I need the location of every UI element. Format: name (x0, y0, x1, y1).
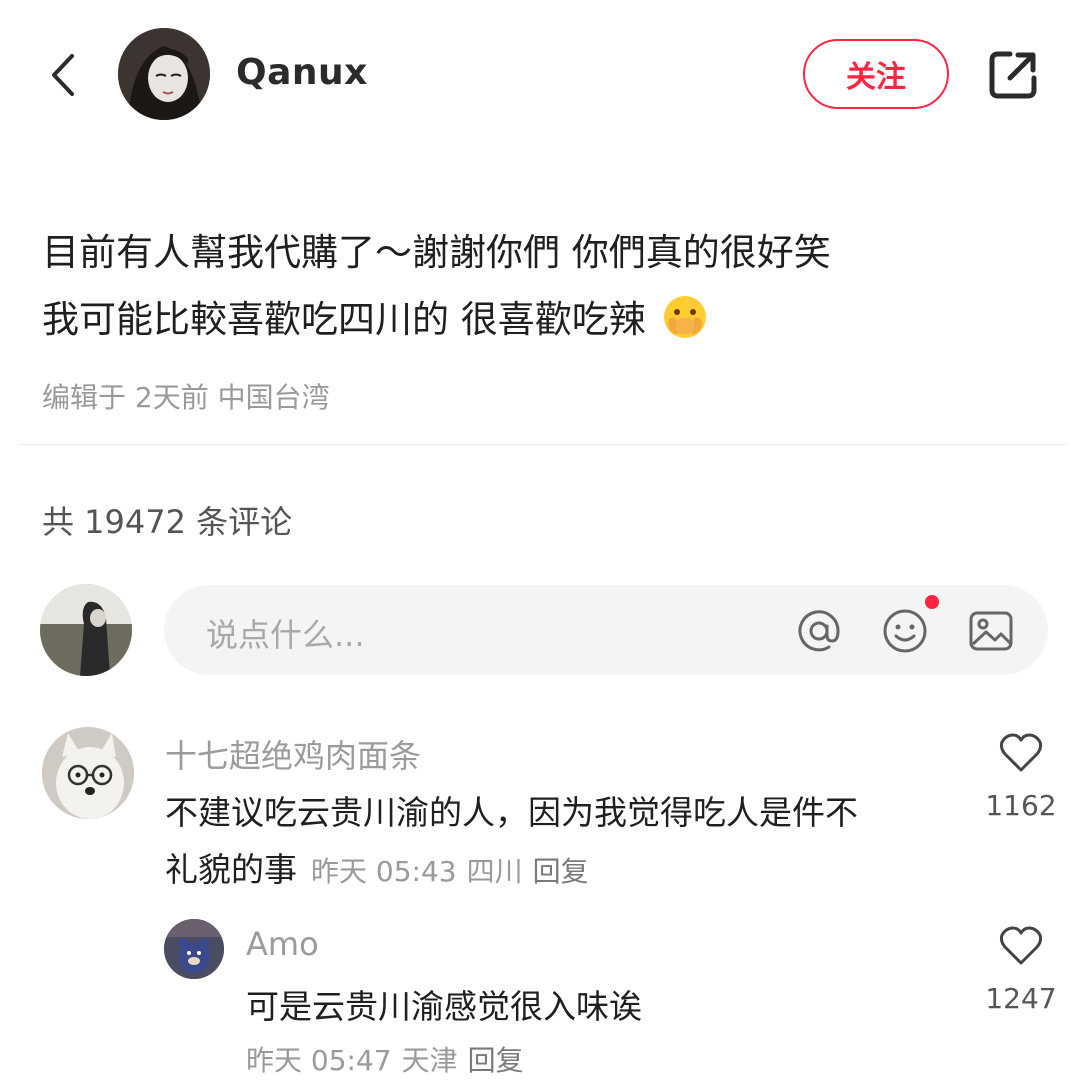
author-name[interactable]: Qanux (236, 52, 368, 93)
reply-button[interactable]: 回复 (533, 855, 589, 888)
comment-location: 四川 (466, 855, 523, 888)
comment-text: 不建议吃云贵川渝的人，因为我觉得吃人是件不 (165, 793, 858, 832)
comment-text: 礼貌的事 (165, 850, 297, 889)
commenter-avatar[interactable] (164, 919, 224, 979)
like-count: 1247 (985, 982, 1057, 1015)
author-avatar[interactable] (118, 28, 210, 120)
comment-input[interactable]: 说点什么... (164, 585, 1048, 675)
divider (20, 444, 1067, 445)
heart-icon[interactable] (998, 925, 1044, 967)
post-detail-page: Qanux 关注 目前有人幫我代購了～謝謝你們 你們真的很好笑 我可能比較喜歡吃… (0, 0, 1087, 1080)
post-text-line: 我可能比較喜歡吃四川的 很喜歡吃辣 (42, 289, 708, 343)
comment-count: 共 19472 条评论 (42, 503, 293, 541)
comment-meta: 昨天 05:43 四川 回复 (311, 855, 599, 888)
comment-time: 昨天 05:43 (311, 855, 457, 888)
notification-dot (925, 595, 939, 609)
comment-text-line: 礼貌的事 昨天 05:43 四川 回复 (165, 843, 599, 891)
comment-time: 昨天 05:47 (246, 1044, 392, 1077)
back-icon[interactable] (44, 50, 84, 100)
heart-icon[interactable] (998, 732, 1044, 774)
image-icon[interactable] (968, 608, 1014, 654)
comment-location: 天津 (401, 1044, 458, 1077)
like-count: 1162 (985, 789, 1057, 822)
comment-meta: 昨天 05:47 天津 回复 (246, 1039, 534, 1079)
my-avatar (40, 584, 132, 676)
at-icon[interactable] (796, 608, 842, 654)
post-text: 我可能比較喜歡吃四川的 很喜歡吃辣 (42, 298, 646, 341)
commenter-name[interactable]: Amo (246, 925, 319, 963)
comment-input-placeholder: 说点什么... (206, 616, 365, 654)
share-icon[interactable] (986, 48, 1040, 102)
follow-button[interactable]: 关注 (803, 39, 949, 109)
comment-text: 可是云贵川渝感觉很入味诶 (246, 987, 642, 1026)
post-text-line: 目前有人幫我代購了～謝謝你們 你們真的很好笑 (42, 231, 831, 274)
commenter-avatar[interactable] (42, 727, 134, 819)
reply-button[interactable]: 回复 (468, 1044, 524, 1077)
post-meta: 编辑于 2天前 中国台湾 (42, 381, 330, 414)
emoji-icon[interactable] (882, 608, 928, 654)
commenter-name[interactable]: 十七超绝鸡肉面条 (165, 731, 421, 777)
hand-over-mouth-emoji-icon (663, 296, 706, 338)
